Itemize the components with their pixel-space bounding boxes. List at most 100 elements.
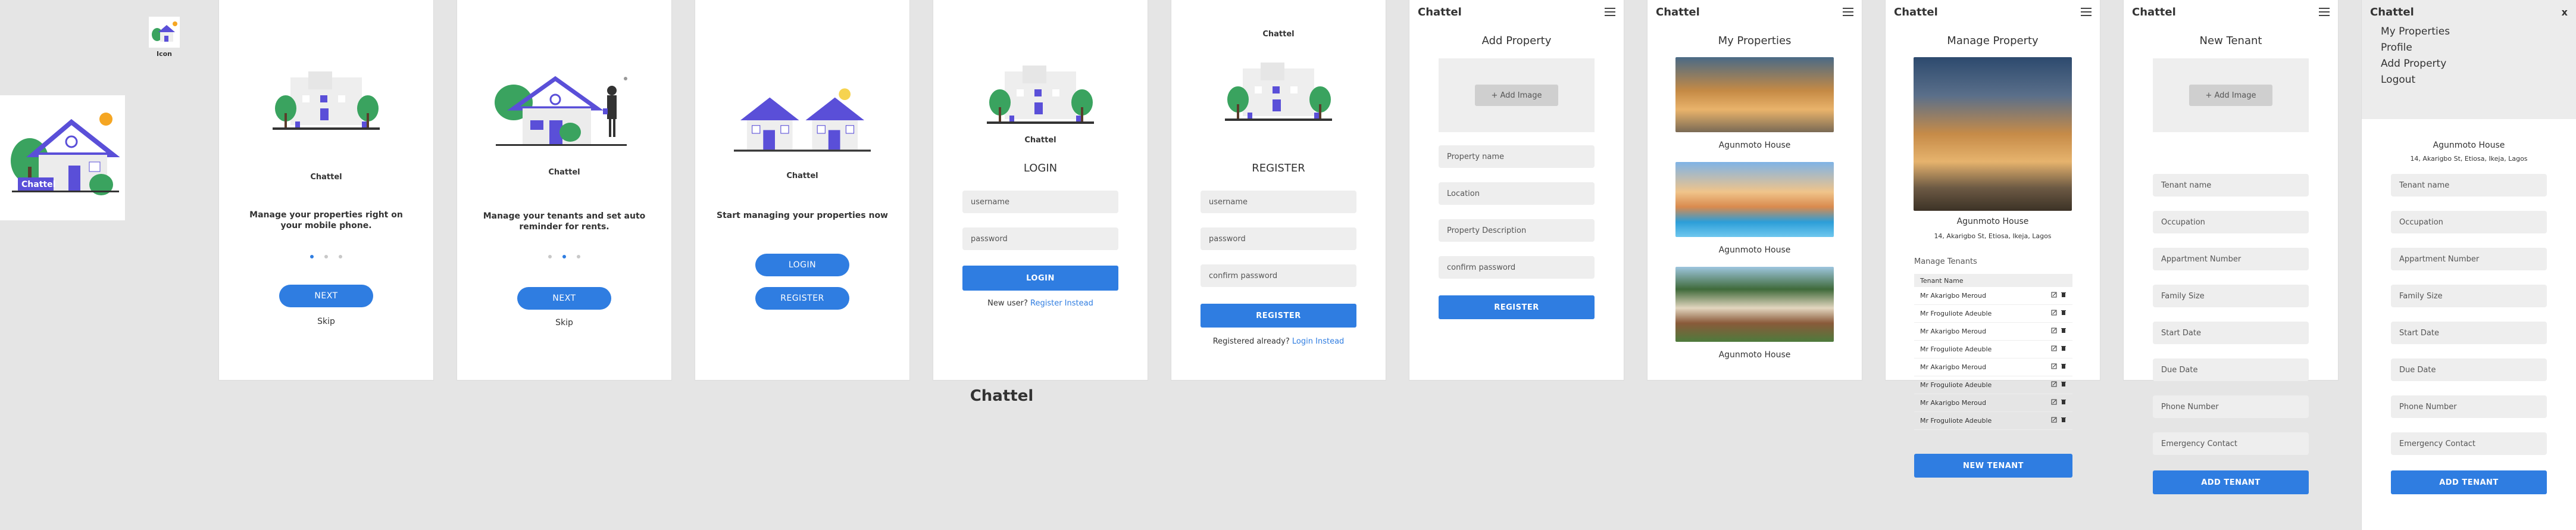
add-tenant-button[interactable]: ADD TENANT	[2391, 470, 2547, 494]
property-photo[interactable]	[1675, 57, 1834, 132]
page-title: New Tenant	[2199, 35, 2262, 47]
start-date-input[interactable]: Start Date	[2391, 322, 2547, 344]
occupation-input[interactable]: Occupation	[2153, 211, 2309, 233]
login-prompt: Registered already? Login Instead	[1171, 337, 1386, 346]
table-row[interactable]: Mr Akarigbo Meroud	[1914, 394, 2072, 412]
edit-icon[interactable]	[2051, 292, 2057, 298]
delete-icon[interactable]	[2061, 399, 2067, 405]
property-photo[interactable]	[1675, 267, 1834, 342]
section-title: Manage Tenants	[1914, 257, 1977, 266]
page-title: Manage Property	[1947, 35, 2039, 47]
edit-icon[interactable]	[2051, 363, 2057, 369]
edit-icon[interactable]	[2051, 310, 2057, 316]
register-button[interactable]: REGISTER	[755, 287, 849, 310]
table-row[interactable]: Mr Froguliote Adeuble	[1914, 341, 2072, 358]
username-input[interactable]: username	[1201, 191, 1356, 213]
confirm-password-input[interactable]: confirm password	[1439, 256, 1595, 279]
emergency-contact-input[interactable]: Emergency Contact	[2153, 432, 2309, 455]
register-submit-button[interactable]: REGISTER	[1201, 304, 1356, 328]
delete-icon[interactable]	[2061, 363, 2067, 369]
property-photo[interactable]	[1675, 162, 1834, 237]
tenant-name-input[interactable]: Tenant name	[2153, 174, 2309, 197]
screen-onboarding-1: Chattel Manage your properties right on …	[219, 0, 433, 380]
table-row[interactable]: Mr Froguliote Adeuble	[1914, 412, 2072, 430]
next-button[interactable]: NEXT	[517, 287, 611, 310]
menu-item-logout[interactable]: Logout	[2381, 72, 2576, 88]
property-address: 14, Akarigbo St, Etiosa, Ikeja, Lagos	[1934, 232, 2052, 240]
delete-icon[interactable]	[2061, 328, 2067, 333]
occupation-input[interactable]: Occupation	[2391, 211, 2547, 233]
edit-icon[interactable]	[2051, 381, 2057, 387]
property-name[interactable]: Agunmoto House	[1647, 141, 1862, 150]
property-name[interactable]: Agunmoto House	[1647, 350, 1862, 360]
login-button[interactable]: LOGIN	[755, 254, 849, 276]
register-instead-link[interactable]: Register Instead	[1030, 299, 1093, 308]
menu-icon[interactable]	[1843, 8, 1853, 16]
icon-label: Icon	[156, 50, 172, 58]
add-image-button[interactable]: + Add Image	[1475, 85, 1558, 106]
login-submit-button[interactable]: LOGIN	[962, 266, 1118, 291]
menu-icon[interactable]	[2319, 8, 2330, 16]
property-name[interactable]: Agunmoto House	[1647, 245, 1862, 255]
table-row[interactable]: Mr Akarigbo Meroud	[1914, 287, 2072, 305]
location-input[interactable]: Location	[1439, 182, 1595, 205]
screen-manage-property: Chattel Manage Property Agunmoto House 1…	[1886, 0, 2100, 478]
due-date-input[interactable]: Due Date	[2153, 358, 2309, 381]
brand-caption: Chattel	[310, 173, 342, 182]
delete-icon[interactable]	[2061, 417, 2067, 423]
phone-number-input[interactable]: Phone Number	[2153, 395, 2309, 418]
edit-icon[interactable]	[2051, 417, 2057, 423]
delete-icon[interactable]	[2061, 381, 2067, 387]
screen-login: Chattel LOGIN username password LOGIN Ne…	[933, 0, 1148, 380]
confirm-password-input[interactable]: confirm password	[1201, 264, 1356, 287]
menu-icon[interactable]	[1605, 8, 1615, 16]
add-image-button[interactable]: + Add Image	[2189, 85, 2272, 106]
emergency-contact-input[interactable]: Emergency Contact	[2391, 432, 2547, 455]
login-instead-link[interactable]: Login Instead	[1292, 337, 1344, 346]
table-row[interactable]: Mr Froguliote Adeuble	[1914, 305, 2072, 323]
delete-icon[interactable]	[2061, 292, 2067, 298]
username-input[interactable]: username	[962, 191, 1118, 213]
onboarding-message: Start managing your properties now	[717, 211, 888, 220]
row-actions	[2047, 399, 2067, 407]
add-tenant-button[interactable]: ADD TENANT	[2153, 470, 2309, 494]
edit-icon[interactable]	[2051, 328, 2057, 333]
table-row[interactable]: Mr Akarigbo Meroud	[1914, 358, 2072, 376]
canvas-title: Chattel	[970, 387, 1034, 405]
password-input[interactable]: password	[1201, 227, 1356, 250]
password-input[interactable]: password	[962, 227, 1118, 250]
close-icon[interactable]: x	[2562, 7, 2568, 18]
skip-link[interactable]: Skip	[457, 318, 671, 328]
app-title: Chattel	[1418, 5, 1462, 18]
logo-card: Chattel	[0, 95, 125, 220]
app-title: Chattel	[2370, 5, 2414, 18]
next-button[interactable]: NEXT	[279, 285, 373, 307]
tenant-name-input[interactable]: Tenant name	[2391, 174, 2547, 197]
menu-icon[interactable]	[2081, 8, 2092, 16]
property-name: Agunmoto House	[2433, 141, 2505, 150]
edit-icon[interactable]	[2051, 399, 2057, 405]
menu-item-profile[interactable]: Profile	[2381, 40, 2576, 56]
onboarding-illustration	[273, 71, 380, 130]
delete-icon[interactable]	[2061, 345, 2067, 351]
menu-item-my-properties[interactable]: My Properties	[2381, 24, 2576, 40]
table-row[interactable]: Mr Akarigbo Meroud	[1914, 323, 2072, 341]
new-tenant-button[interactable]: NEW TENANT	[1914, 454, 2072, 478]
delete-icon[interactable]	[2061, 310, 2067, 316]
register-property-button[interactable]: REGISTER	[1439, 295, 1595, 319]
skip-link[interactable]: Skip	[219, 317, 433, 326]
menu-item-add-property[interactable]: Add Property	[2381, 56, 2576, 72]
family-size-input[interactable]: Family Size	[2391, 285, 2547, 307]
description-input[interactable]: Property Description	[1439, 219, 1595, 242]
due-date-input[interactable]: Due Date	[2391, 358, 2547, 381]
table-row[interactable]: Mr Froguliote Adeuble	[1914, 376, 2072, 394]
appartment-number-input[interactable]: Appartment Number	[2153, 248, 2309, 270]
row-actions	[2047, 310, 2067, 317]
screen-add-property: Chattel Add Property + Add Image Propert…	[1409, 0, 1624, 380]
property-name-input[interactable]: Property name	[1439, 145, 1595, 168]
edit-icon[interactable]	[2051, 345, 2057, 351]
family-size-input[interactable]: Family Size	[2153, 285, 2309, 307]
appartment-number-input[interactable]: Appartment Number	[2391, 248, 2547, 270]
phone-number-input[interactable]: Phone Number	[2391, 395, 2547, 418]
start-date-input[interactable]: Start Date	[2153, 322, 2309, 344]
